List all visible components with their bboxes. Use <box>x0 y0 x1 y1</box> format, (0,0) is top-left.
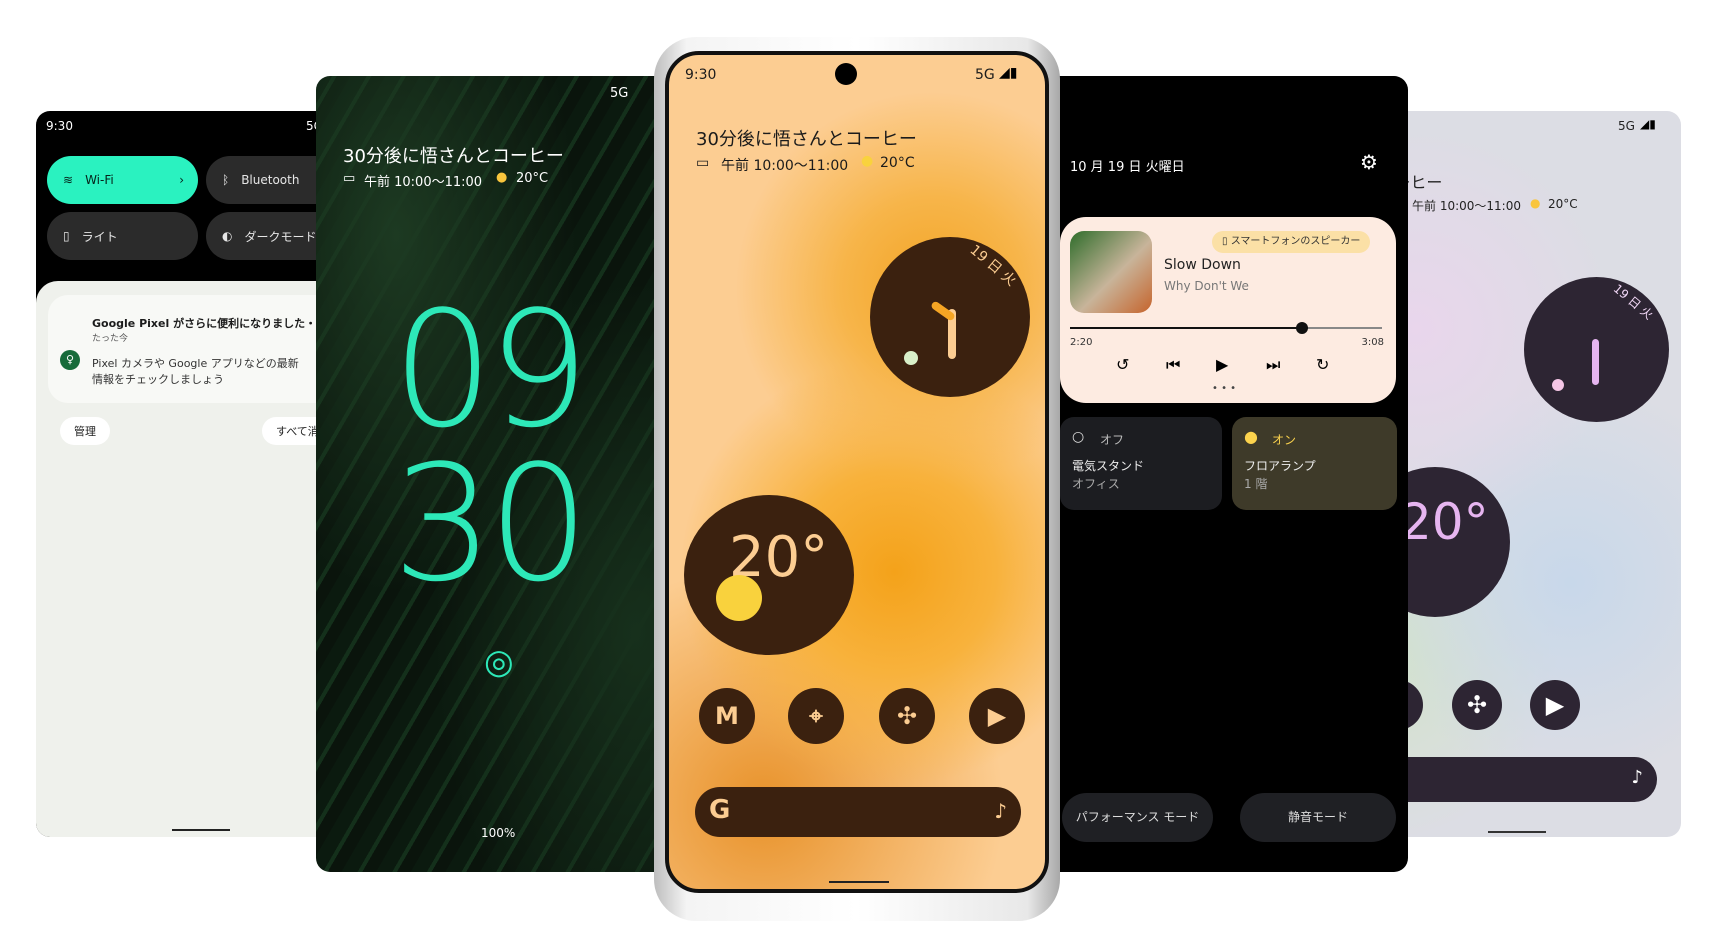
clock-dot <box>1552 379 1564 391</box>
google-icon: G <box>709 795 731 825</box>
weather-sun-icon: ● <box>861 153 874 169</box>
home-indicator <box>829 881 889 883</box>
mic-icon[interactable]: ♪ <box>1632 767 1644 788</box>
replay-5-icon[interactable]: ↺ <box>1116 355 1129 374</box>
pinwheel-icon[interactable]: ✣ <box>1452 680 1502 730</box>
fingerprint-icon[interactable]: ◎ <box>484 642 514 682</box>
clock-widget[interactable]: 19 日 火 <box>870 237 1030 397</box>
device-controls-screen: 10 月 19 日 火曜日 ⚙ ▯ スマートフォンのスピーカー Slow Dow… <box>1000 76 1408 872</box>
pinwheel-icon[interactable]: ✣ <box>879 688 935 744</box>
clock-dot <box>904 351 918 365</box>
home-indicator <box>172 829 230 831</box>
flashlight-icon: ▯ <box>63 229 70 243</box>
album-art <box>1070 231 1152 313</box>
previous-icon[interactable]: ⏮ <box>1166 355 1180 375</box>
performance-mode-button[interactable]: パフォーマンス モード <box>1062 793 1213 842</box>
phone-icon: ▯ <box>1222 236 1231 247</box>
tile-flashlight[interactable]: ▯ ライト <box>47 212 198 260</box>
forward-30-icon[interactable]: ↻ <box>1316 355 1329 374</box>
device-tile-desk-lamp[interactable]: ○ オフ 電気スタンド オフィス <box>1060 417 1222 510</box>
dark-mode-icon: ◐ <box>222 229 233 243</box>
page-dots: • • • <box>1212 383 1237 394</box>
clock-minutes: 30 <box>392 430 590 617</box>
phone-home-screen: 9:30 5G ◢▮ 30分後に悟さんとコーヒー ▭ 午前 10:00〜11:0… <box>654 37 1060 921</box>
signal-icon: ◢▮ <box>1640 117 1656 131</box>
maps-icon[interactable]: ⌖ <box>788 688 844 744</box>
seek-bar[interactable] <box>1070 322 1382 334</box>
event-title: 30分後に悟さんとコーヒー <box>343 146 564 167</box>
sun-cloud-icon <box>716 575 762 621</box>
battery-level: 100% <box>481 826 516 840</box>
minute-hand <box>1592 339 1599 385</box>
calendar-icon: ▭ <box>696 155 710 171</box>
weather-widget[interactable]: 20° <box>684 495 854 655</box>
weather-sun-icon: ● <box>496 170 508 185</box>
youtube-icon[interactable]: ▶ <box>1530 680 1580 730</box>
tile-wifi[interactable]: ≋ Wi-Fi › <box>47 156 198 204</box>
manage-button[interactable]: 管理 <box>60 417 110 445</box>
mic-icon[interactable]: ♪ <box>994 799 1007 823</box>
silent-mode-button[interactable]: 静音モード <box>1240 793 1396 842</box>
seek-thumb[interactable] <box>1296 322 1309 334</box>
signal-icon: ◢▮ <box>999 65 1018 81</box>
status-time: 9:30 <box>46 119 73 133</box>
gmail-icon[interactable]: M <box>699 688 755 744</box>
next-icon[interactable]: ⏭ <box>1266 355 1280 375</box>
play-icon[interactable]: ▶ <box>1216 355 1228 374</box>
search-bar[interactable]: G ♪ <box>695 787 1021 837</box>
weather-sun-icon: ● <box>1530 196 1541 210</box>
event-time: 午前 10:00〜11:00 <box>1412 199 1521 213</box>
calendar-icon: ▭ <box>343 171 356 186</box>
seek-fill <box>1070 327 1303 329</box>
track-title: Slow Down <box>1164 257 1241 273</box>
camera-cutout <box>835 63 857 85</box>
event-title: 30分後に悟さんとコーヒー <box>696 129 917 150</box>
gear-icon[interactable]: ⚙ <box>1360 150 1378 174</box>
clock-widget[interactable]: 19 日 火 <box>1524 277 1669 422</box>
bluetooth-icon: ᛒ <box>222 173 230 187</box>
wifi-icon: ≋ <box>63 173 74 187</box>
lightbulb-on-icon: ● <box>1244 427 1258 446</box>
output-device-chip[interactable]: ▯ スマートフォンのスピーカー <box>1212 231 1371 253</box>
media-player-card: ▯ スマートフォンのスピーカー Slow Down Why Don't We 2… <box>1060 217 1396 403</box>
lightbulb-off-icon: ○ <box>1072 429 1085 445</box>
clock-hours: 09 <box>392 276 590 463</box>
youtube-icon[interactable]: ▶ <box>969 688 1025 744</box>
device-tile-floor-lamp[interactable]: ● オン フロアランプ 1 階 <box>1232 417 1397 510</box>
home-screen: 9:30 5G ◢▮ 30分後に悟さんとコーヒー ▭ 午前 10:00〜11:0… <box>665 51 1049 893</box>
home-indicator <box>1488 831 1546 833</box>
date-label: 10 月 19 日 火曜日 <box>1070 160 1185 175</box>
lightbulb-icon: ♀ <box>60 350 80 370</box>
track-artist: Why Don't We <box>1164 279 1249 293</box>
chevron-right-icon: › <box>179 173 184 187</box>
